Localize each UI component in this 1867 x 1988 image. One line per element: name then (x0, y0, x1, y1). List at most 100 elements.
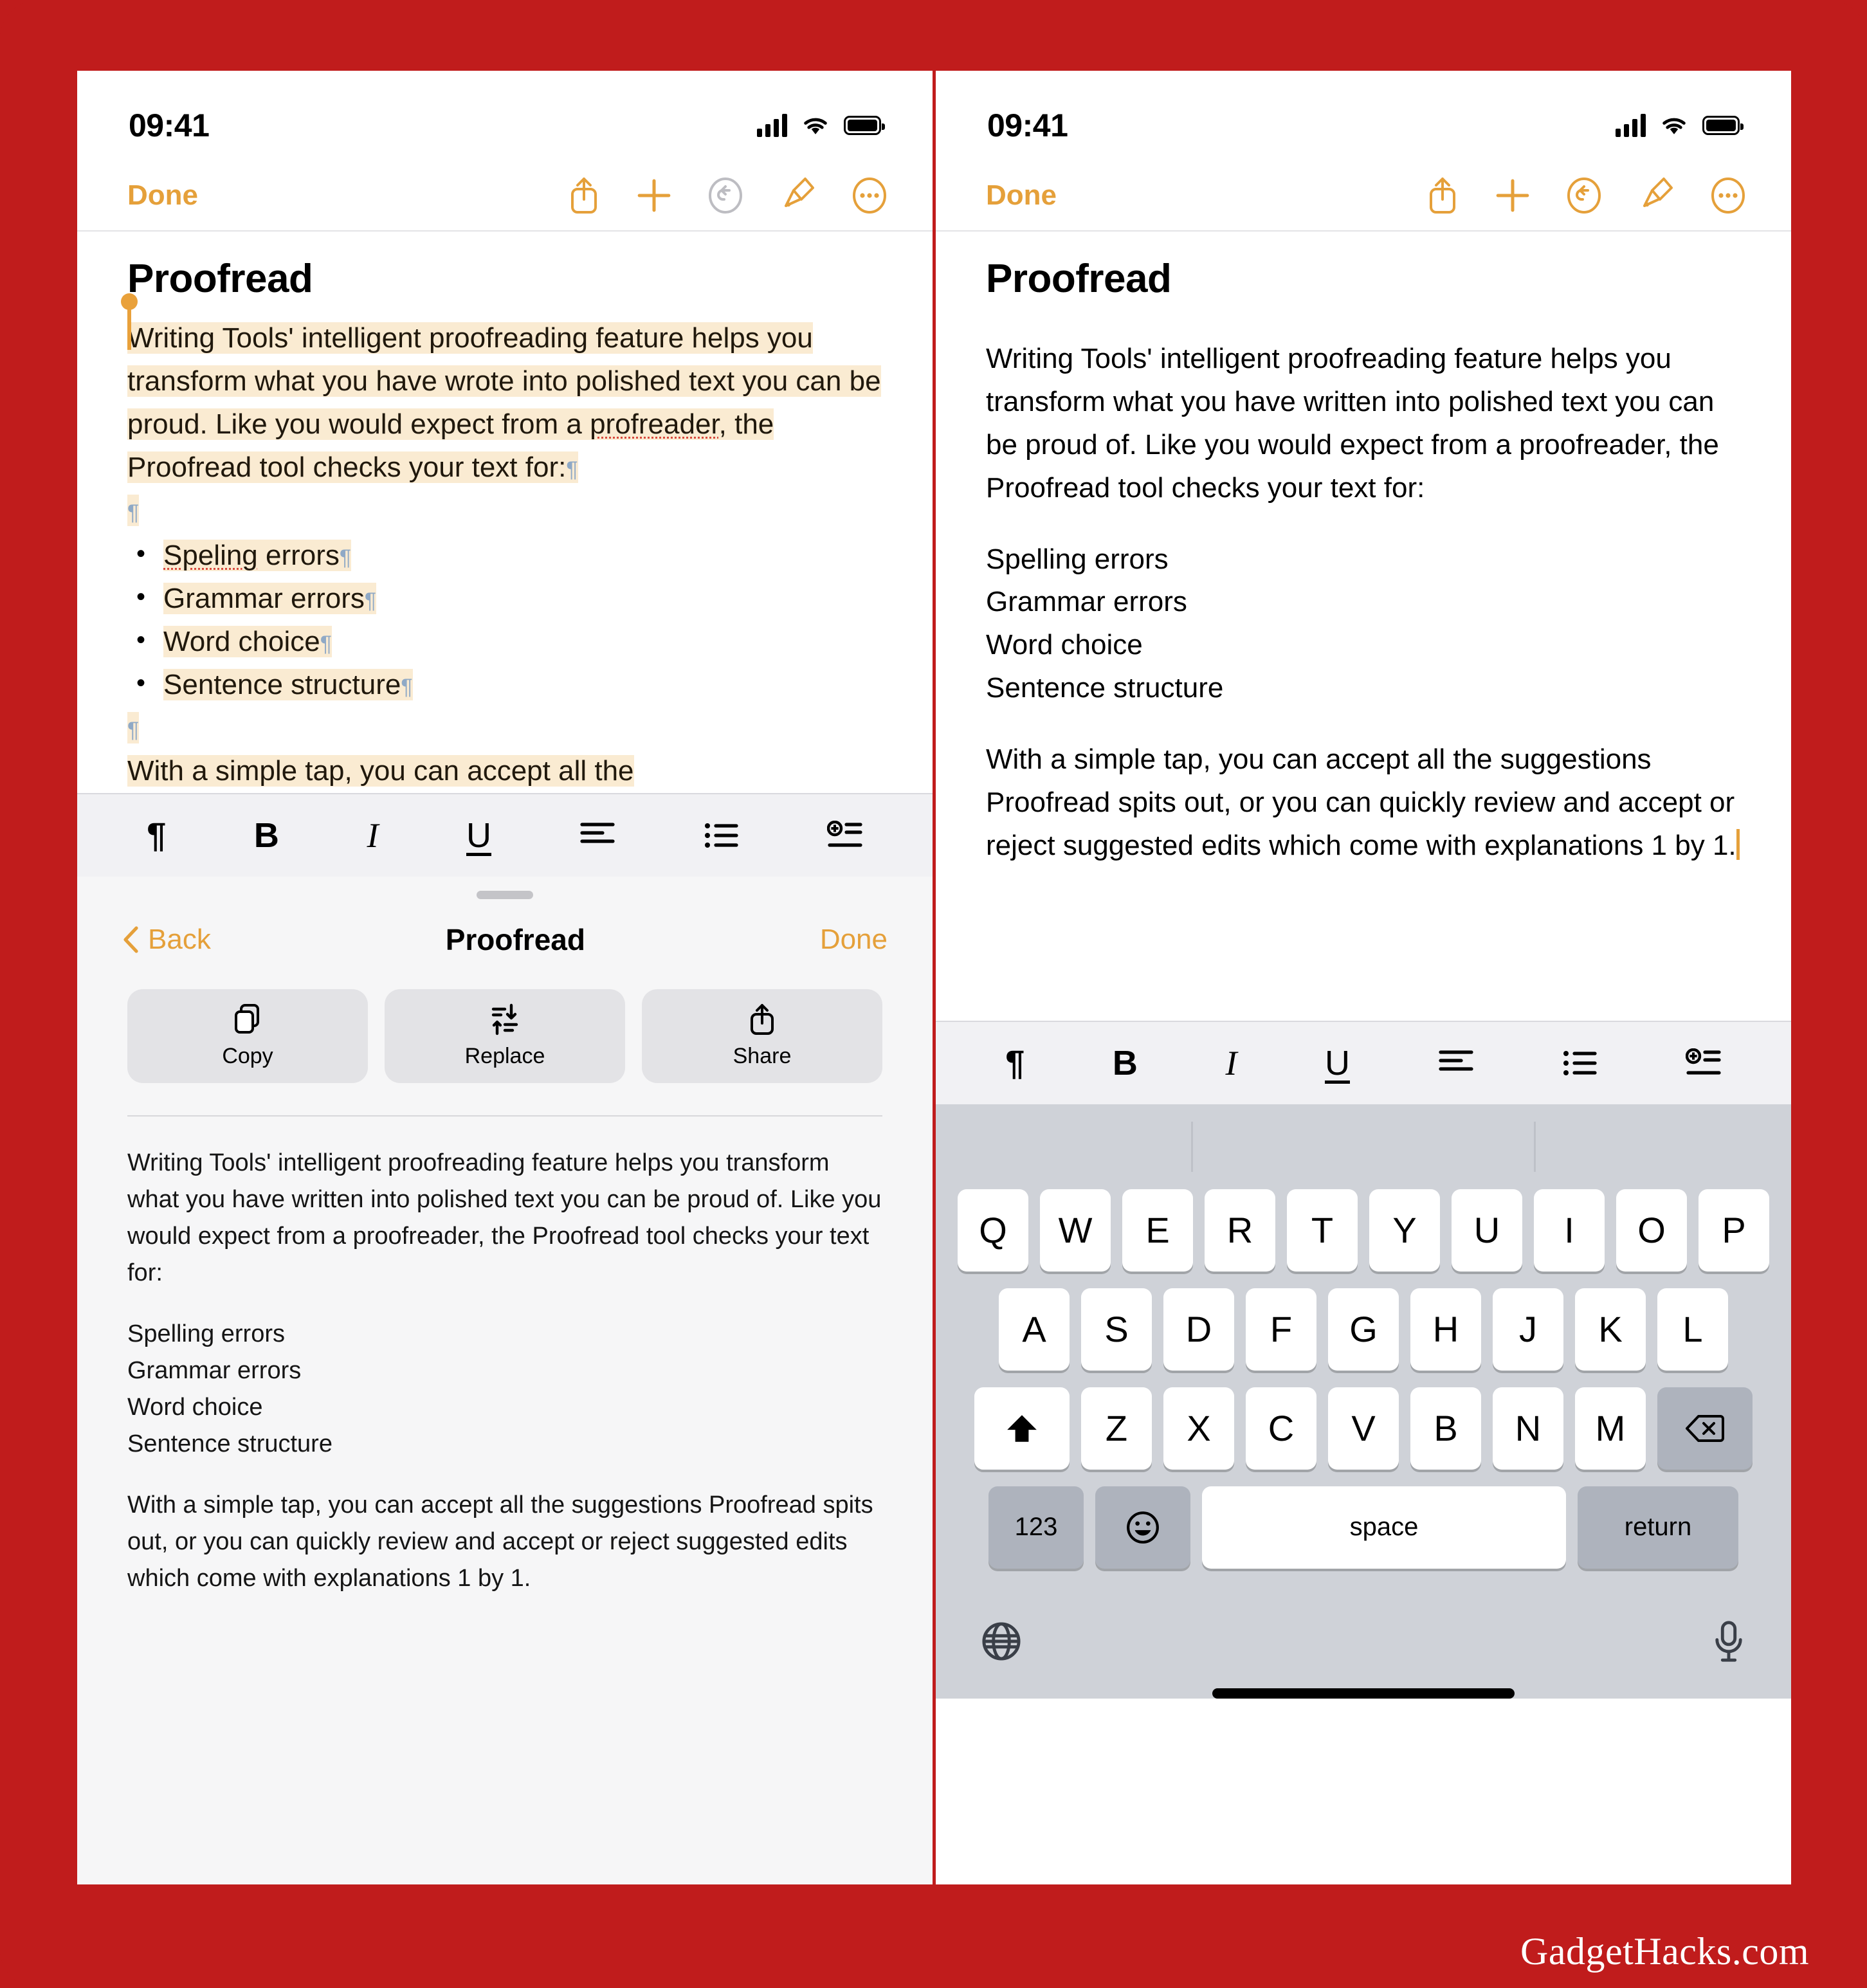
list-item-label: Grammar errors (163, 583, 365, 615)
sheet-grabber[interactable] (477, 890, 533, 899)
corrected-list-item: Grammar errors (986, 586, 1187, 618)
keyboard-row-1: Q W E R T Y U I O P (936, 1189, 1791, 1272)
add-list-icon[interactable] (1685, 1048, 1722, 1078)
key-u[interactable]: U (1452, 1189, 1522, 1272)
emoji-icon[interactable] (1095, 1486, 1190, 1569)
key-i[interactable]: I (1534, 1189, 1605, 1272)
numbers-key[interactable]: 123 (988, 1486, 1084, 1569)
status-icons (757, 114, 885, 137)
align-icon[interactable] (579, 821, 615, 850)
list-item: Grammar errors¶ (127, 578, 882, 621)
microphone-icon[interactable] (1711, 1619, 1746, 1663)
pilcrow-mark: ¶ (127, 500, 140, 525)
more-options-icon[interactable] (852, 178, 888, 214)
key-x[interactable]: X (1163, 1387, 1234, 1470)
key-f[interactable]: F (1246, 1288, 1316, 1371)
key-r[interactable]: R (1205, 1189, 1275, 1272)
copy-button[interactable]: Copy (127, 989, 368, 1083)
share-button[interactable]: Share (642, 989, 882, 1083)
add-list-icon[interactable] (826, 820, 863, 850)
italic-icon[interactable]: I (367, 818, 378, 853)
pilcrow-mark: ¶ (127, 717, 140, 742)
underline-icon[interactable]: U (466, 818, 491, 853)
note-title-left: Proofread (127, 257, 313, 301)
key-l[interactable]: L (1657, 1288, 1728, 1371)
markup-pen-icon[interactable] (779, 176, 815, 215)
wifi-icon (804, 118, 827, 134)
shift-icon[interactable] (974, 1387, 1070, 1470)
blank-line-2: ¶ (127, 707, 882, 750)
undo-icon[interactable] (707, 178, 743, 214)
underline-icon[interactable]: U (1325, 1046, 1350, 1081)
writing-tools-title: Proofread (445, 922, 585, 956)
key-g[interactable]: G (1328, 1288, 1399, 1371)
key-e[interactable]: E (1122, 1189, 1193, 1272)
done-button-right[interactable]: Done (986, 179, 1057, 212)
share-icon[interactable] (1426, 176, 1459, 215)
suggestion-divider (1191, 1121, 1194, 1172)
key-z[interactable]: Z (1081, 1387, 1152, 1470)
list-item-label: Word choice (163, 626, 320, 658)
align-icon[interactable] (1438, 1048, 1474, 1078)
key-w[interactable]: W (1040, 1189, 1111, 1272)
key-o[interactable]: O (1616, 1189, 1687, 1272)
key-p[interactable]: P (1699, 1189, 1769, 1272)
key-t[interactable]: T (1287, 1189, 1358, 1272)
done-button-left[interactable]: Done (127, 179, 198, 212)
note-body-right[interactable]: Proofread Writing Tools' intelligent pro… (936, 232, 1791, 868)
key-h[interactable]: H (1410, 1288, 1481, 1371)
toolbar-icons-right (1426, 176, 1746, 215)
copy-label: Copy (222, 1044, 273, 1069)
keyboard-bottom-row (936, 1585, 1791, 1682)
key-s[interactable]: S (1081, 1288, 1152, 1371)
key-k[interactable]: K (1575, 1288, 1646, 1371)
markup-pen-icon[interactable] (1638, 176, 1674, 215)
bold-icon[interactable]: B (1113, 1046, 1138, 1081)
key-q[interactable]: Q (958, 1189, 1028, 1272)
key-a[interactable]: A (999, 1288, 1070, 1371)
key-b[interactable]: B (1410, 1387, 1481, 1470)
sheet-done-button[interactable]: Done (820, 924, 888, 956)
text-caret (1736, 828, 1740, 860)
replace-label: Replace (464, 1044, 545, 1069)
key-j[interactable]: J (1493, 1288, 1563, 1371)
return-key[interactable]: return (1578, 1486, 1738, 1569)
selection-handle-start[interactable] (121, 293, 138, 350)
backspace-icon[interactable] (1657, 1387, 1753, 1470)
italic-icon[interactable]: I (1225, 1046, 1237, 1081)
paragraph-style-icon[interactable]: ¶ (147, 818, 166, 853)
note-body-left[interactable]: Proofread Writing Tools' intelligent pro… (77, 232, 933, 793)
key-v[interactable]: V (1328, 1387, 1399, 1470)
key-c[interactable]: C (1246, 1387, 1316, 1470)
key-d[interactable]: D (1163, 1288, 1234, 1371)
new-note-icon[interactable] (1495, 178, 1530, 213)
misspelled-word-speling: Speling (163, 540, 258, 572)
writing-tools-actions: Copy Replace Share (77, 976, 933, 1083)
share-icon[interactable] (567, 176, 601, 215)
status-bar-right: 09:41 (936, 71, 1791, 161)
writing-tools-sheet: Back Proofread Done Copy Replace Share W… (77, 876, 933, 1884)
key-m[interactable]: M (1575, 1387, 1646, 1470)
bullet-list-icon[interactable] (1562, 1048, 1598, 1078)
replace-button[interactable]: Replace (385, 989, 625, 1083)
keyboard-row-3: Z X C V B N M (936, 1387, 1791, 1470)
pilcrow-mark: ¶ (364, 588, 377, 614)
writing-tools-result: Writing Tools' intelligent proofreading … (77, 1117, 933, 1884)
corrected-list-item: Sentence structure (986, 672, 1224, 704)
key-y[interactable]: Y (1369, 1189, 1440, 1272)
key-n[interactable]: N (1493, 1387, 1563, 1470)
paragraph-style-icon[interactable]: ¶ (1005, 1046, 1025, 1081)
undo-icon[interactable] (1566, 178, 1602, 214)
back-button[interactable]: Back (122, 924, 211, 956)
globe-icon[interactable] (981, 1621, 1022, 1662)
battery-icon (1702, 116, 1744, 135)
new-note-icon[interactable] (637, 178, 671, 213)
blank-line-1: ¶ (127, 489, 882, 533)
pilcrow-mark: ¶ (339, 545, 352, 570)
result-paragraph-2: With a simple tap, you can accept all th… (127, 1491, 873, 1592)
more-options-icon[interactable] (1710, 178, 1746, 214)
bullet-list-icon[interactable] (703, 821, 739, 850)
suggestion-bar[interactable] (936, 1104, 1791, 1189)
bold-icon[interactable]: B (254, 818, 279, 853)
space-key[interactable]: space (1202, 1486, 1566, 1569)
